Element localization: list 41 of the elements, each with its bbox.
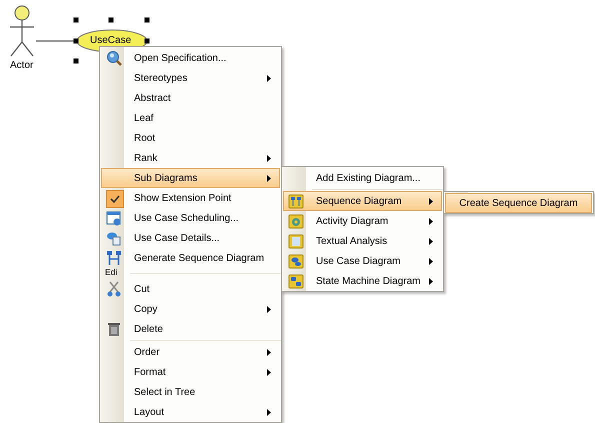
activity-diagram-icon [288,213,304,229]
trash-icon [106,321,122,337]
menu-item[interactable]: Add Existing Diagram... [283,168,442,188]
menu-item[interactable]: Delete [101,319,280,339]
menu-item[interactable]: Show Extension Point [101,188,280,208]
scissors-icon [106,281,122,297]
menu-item[interactable]: Copy [101,299,280,319]
menu-item[interactable]: Stereotypes [101,68,280,88]
menu-item[interactable]: Select in Tree [101,382,280,402]
menu-item[interactable]: Leaf [101,108,280,128]
lifeline-icon [106,250,122,266]
sequence-diagram-icon [288,193,304,209]
menu-item[interactable]: Format [101,362,280,382]
menu-item[interactable]: Use Case Diagram [283,251,442,271]
use-case-label: UseCase [90,35,132,46]
menu-item[interactable]: Create Sequence Diagram [445,193,592,213]
document-icon [106,230,122,246]
textual-diagram-icon [288,233,304,249]
menu-item[interactable]: Activity Diagram [283,211,442,231]
menu-item[interactable]: Sub Diagrams [101,168,280,188]
state-machine-diagram-icon [288,273,304,289]
actor-label: Actor [10,60,34,71]
partial-label: Edi [105,267,118,277]
menu-item[interactable]: Abstract [101,88,280,108]
menu-item[interactable]: Cut [101,279,280,299]
menu-item[interactable]: Root [101,128,280,148]
menu-item[interactable]: Layout [101,402,280,422]
magnifier-icon [106,50,122,66]
menu-item[interactable]: Order [101,342,280,362]
calendar-icon [106,210,122,226]
use-case-diagram-icon [288,253,304,269]
menu-item[interactable]: Textual Analysis [283,231,442,251]
menu-item[interactable]: Open Specification... [101,48,280,68]
check-icon[interactable] [106,190,124,208]
menu-item[interactable]: Generate Sequence Diagram [101,248,280,268]
menu-item[interactable]: Rank [101,148,280,168]
actor-figure [9,6,35,57]
menu-item[interactable]: Sequence Diagram [283,191,442,211]
menu-item[interactable]: Use Case Details... [101,228,280,248]
menu-item[interactable]: State Machine Diagram [283,271,442,291]
menu-item[interactable]: Use Case Scheduling... [101,208,280,228]
